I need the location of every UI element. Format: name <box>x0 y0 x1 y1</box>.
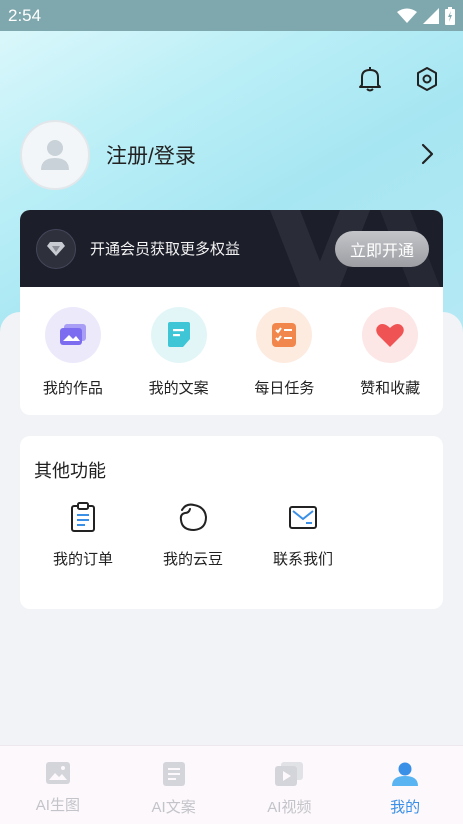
quick-item-daily-tasks[interactable]: 每日任务 <box>232 307 338 398</box>
quick-item-my-copy[interactable]: 我的文案 <box>126 307 232 398</box>
member-card: 开通会员获取更多权益 立即开通 我的作品 我的文案 每日任务 赞和收藏 <box>20 210 443 415</box>
tab-ai-image[interactable]: AI生图 <box>0 746 116 824</box>
other-functions-title: 其他功能 <box>34 461 106 481</box>
quick-label-my-copy: 我的文案 <box>148 380 209 397</box>
tab-label-mine: 我的 <box>390 799 421 816</box>
video-icon <box>275 762 304 786</box>
quick-label-daily-tasks: 每日任务 <box>254 380 315 397</box>
func-item-contact-us[interactable]: 联系我们 <box>248 502 358 569</box>
activate-vip-button[interactable]: 立即开通 <box>335 231 429 267</box>
chevron-right-icon[interactable] <box>421 141 435 167</box>
wifi-icon <box>397 8 417 23</box>
gallery-icon <box>44 307 101 363</box>
signal-icon <box>423 7 439 24</box>
func-label-contact-us: 联系我们 <box>272 551 333 568</box>
quick-item-likes-favorites[interactable]: 赞和收藏 <box>337 307 443 398</box>
tab-label-ai-image: AI生图 <box>35 797 80 814</box>
status-icons <box>397 6 455 25</box>
image-icon <box>45 762 70 784</box>
tab-mine[interactable]: 我的 <box>347 746 463 824</box>
func-item-my-orders[interactable]: 我的订单 <box>28 502 138 569</box>
settings-icon[interactable] <box>412 64 442 94</box>
avatar[interactable] <box>20 120 90 190</box>
profile-login-row[interactable]: 注册/登录 <box>20 120 443 190</box>
bean-icon <box>179 503 208 532</box>
vip-promo-text: 开通会员获取更多权益 <box>90 241 241 258</box>
quick-label-likes-favorites: 赞和收藏 <box>360 380 421 397</box>
tab-label-ai-video: AI视频 <box>267 799 312 816</box>
diamond-icon <box>36 228 76 269</box>
notification-bell-icon[interactable] <box>355 64 385 94</box>
mail-icon <box>289 506 317 529</box>
tab-ai-copy[interactable]: AI文案 <box>116 746 232 824</box>
other-functions-card: 其他功能 我的订单 我的云豆 联系我们 <box>20 436 443 609</box>
clipboard-icon <box>71 502 95 532</box>
func-label-my-cloud-beans: 我的云豆 <box>162 551 223 568</box>
vip-banner[interactable]: 开通会员获取更多权益 立即开通 <box>20 210 443 287</box>
person-icon <box>392 762 419 786</box>
document-icon <box>150 307 207 363</box>
quick-item-my-works[interactable]: 我的作品 <box>20 307 126 398</box>
quick-actions: 我的作品 我的文案 每日任务 赞和收藏 <box>20 307 443 398</box>
quick-label-my-works: 我的作品 <box>42 380 103 397</box>
document-icon <box>162 762 185 786</box>
other-functions-list: 我的订单 我的云豆 联系我们 <box>28 502 358 569</box>
tab-ai-video[interactable]: AI视频 <box>232 746 348 824</box>
tab-label-ai-copy: AI文案 <box>151 799 196 816</box>
battery-icon <box>445 6 455 25</box>
default-avatar-icon <box>41 140 69 170</box>
heart-icon <box>362 307 419 363</box>
status-bar: 2:54 <box>0 0 463 31</box>
func-item-my-cloud-beans[interactable]: 我的云豆 <box>138 502 248 569</box>
task-list-icon <box>256 307 313 363</box>
func-label-my-orders: 我的订单 <box>52 551 113 568</box>
login-register-link[interactable]: 注册/登录 <box>106 140 196 170</box>
status-time: 2:54 <box>8 5 42 25</box>
bottom-tab-bar: AI生图 AI文案 AI视频 我的 <box>0 745 463 824</box>
